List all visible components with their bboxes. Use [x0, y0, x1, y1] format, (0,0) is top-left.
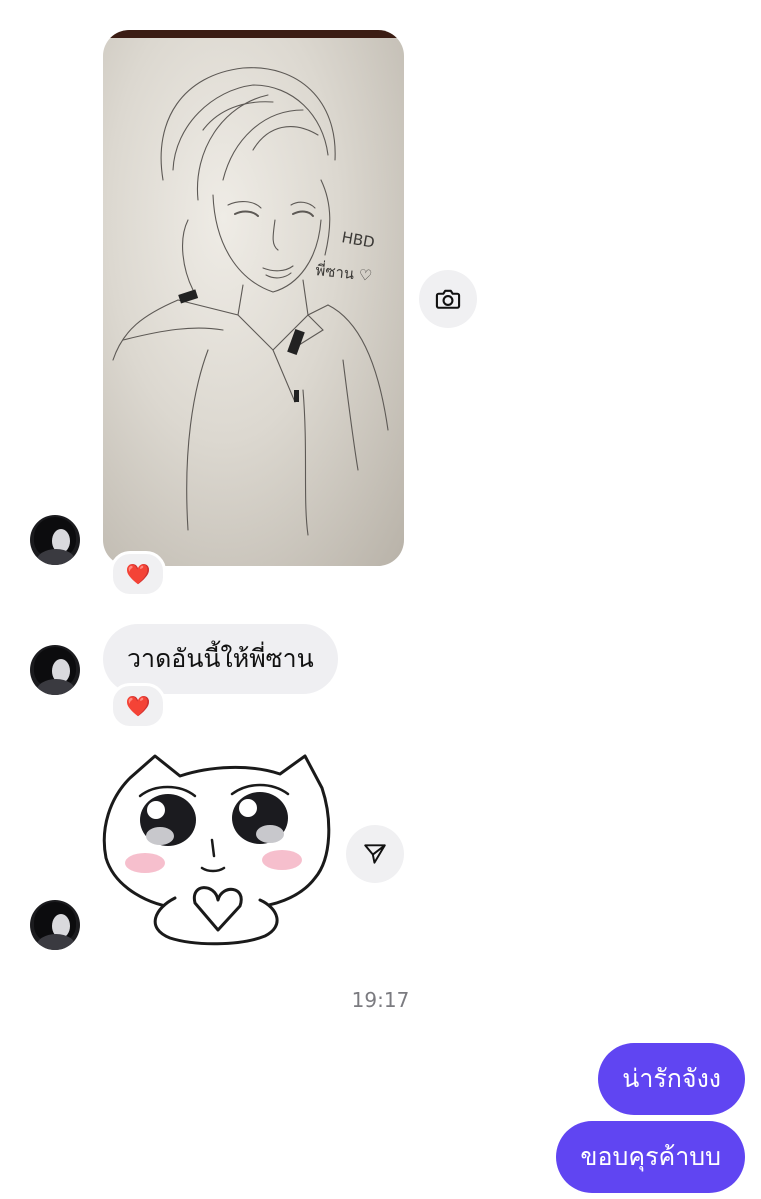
outgoing-message-bubble[interactable]: น่ารักจังง — [598, 1043, 745, 1115]
send-icon — [364, 844, 386, 864]
cat-heart-sticker[interactable] — [100, 748, 335, 953]
drawing-caption-name: พี่ซาน ♡ — [315, 259, 374, 285]
heart-icon: ❤️ — [125, 562, 151, 586]
avatar[interactable] — [30, 645, 80, 695]
heart-reaction[interactable]: ❤️ — [110, 683, 166, 729]
message-timestamp: 19:17 — [351, 988, 410, 1012]
drawing-photo[interactable]: HBD พี่ซาน ♡ — [103, 30, 404, 566]
avatar[interactable] — [30, 900, 80, 950]
share-button[interactable] — [346, 825, 404, 883]
pencil-sketch-portrait: HBD พี่ซาน ♡ — [112, 67, 389, 536]
drawing-caption-hbd: HBD — [340, 228, 376, 251]
outgoing-message-bubble[interactable]: ขอบคุรค้าบบ — [556, 1121, 745, 1193]
avatar[interactable] — [30, 515, 80, 565]
camera-icon — [435, 289, 461, 309]
heart-reaction[interactable]: ❤️ — [110, 551, 166, 597]
heart-icon: ❤️ — [125, 694, 151, 718]
camera-button[interactable] — [419, 270, 477, 328]
